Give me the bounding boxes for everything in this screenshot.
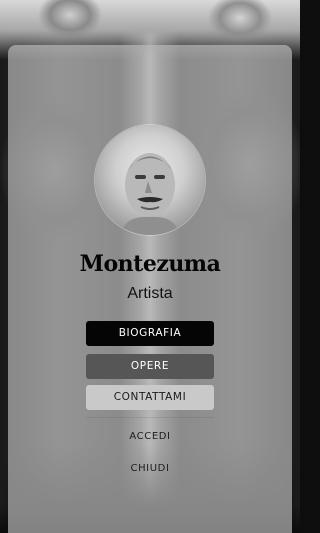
opere-button[interactable]: OPERE — [86, 354, 214, 379]
accedi-link[interactable]: ACCEDI — [8, 431, 292, 442]
divider — [86, 417, 214, 418]
biografia-button[interactable]: BIOGRAFIA — [86, 321, 214, 346]
contattami-button[interactable]: CONTATTAMI — [86, 385, 214, 410]
profile-name: Montezuma — [79, 251, 221, 277]
avatar-portrait-icon — [120, 153, 180, 235]
chiudi-link[interactable]: CHIUDI — [8, 463, 292, 474]
profile-role: Artista — [127, 285, 173, 302]
profile-card: Montezuma Artista BIOGRAFIA OPERE CONTAT… — [8, 45, 292, 533]
avatar — [95, 125, 205, 235]
